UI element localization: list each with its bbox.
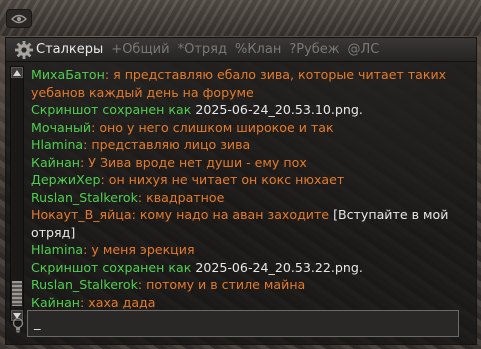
eye-icon — [11, 14, 27, 23]
gear-icon[interactable] — [14, 40, 34, 60]
system-text: Скриншот сохранен как — [31, 259, 196, 275]
message-text: кому надо на аван заходите — [139, 207, 334, 222]
tab-private[interactable]: @ЛС — [348, 42, 380, 57]
chat-message: Нокаут_В_яйца: кому надо на аван заходит… — [31, 207, 449, 240]
chat-message: ДержиХер: он нихуя не читает он кокс нюх… — [31, 172, 345, 187]
chat-scrollbar[interactable] — [10, 66, 24, 322]
message-nick[interactable]: Кайнан — [31, 155, 80, 170]
chat-message: МихаБатон: я представляю ебало зива, кот… — [31, 67, 447, 100]
tab-clan[interactable]: %Клан — [235, 42, 281, 57]
chat-message: Ruslan_Stalkerok: потому и в стиле майна — [31, 277, 306, 292]
tab-frontier[interactable]: ?Рубеж — [289, 42, 339, 57]
arrow-up-icon — [13, 69, 21, 76]
message-text: он нихуя не читает он кокс нюхает — [108, 172, 345, 187]
chat-message: Hlamina: у меня эрекция — [31, 242, 195, 257]
toggle-chat-visibility-button[interactable] — [6, 9, 32, 28]
chat-window: Сталкеры +Общий *Отряд %Клан ?Рубеж @ЛС … — [5, 37, 477, 345]
message-nick[interactable]: МихаБатон — [31, 67, 105, 82]
chat-message: Кайнан: хаха дада — [31, 294, 156, 310]
chat-input[interactable]: _ — [27, 310, 459, 337]
lightbulb-icon[interactable] — [12, 317, 24, 333]
message-text: потому и в стиле майна — [146, 277, 306, 292]
chat-message: Hlamina: представляю лицо зива — [31, 137, 251, 152]
top-strip — [0, 0, 481, 36]
message-nick[interactable]: Ruslan_Stalkerok — [31, 190, 138, 205]
system-text: Скриншот сохранен как — [31, 102, 196, 117]
message-nick[interactable]: Мочаный — [31, 120, 91, 135]
message-text: хаха дада — [88, 294, 156, 310]
screenshot-filename: 2025-06-24_20.53.22.png. — [195, 259, 363, 275]
message-text: квадратное — [146, 189, 225, 205]
chat-message: Ruslan_Stalkerok: квадратное — [31, 189, 225, 205]
message-nick[interactable]: ДержиХер — [31, 172, 100, 187]
message-text: У Зива вроде нет души - ему пох — [88, 154, 307, 170]
message-nick[interactable]: Ruslan_Stalkerok — [31, 277, 138, 292]
chat-message: Кайнан: У Зива вроде нет души - ему пох — [31, 154, 307, 170]
message-nick[interactable]: Кайнан — [31, 295, 80, 310]
message-text: оно у него слишком широкое и так — [99, 119, 334, 135]
scroll-up-button[interactable] — [11, 67, 23, 78]
screenshot-filename: 2025-06-24_20.53.10.png. — [195, 102, 363, 117]
system-message: Скриншот сохранен как 2025-06-24_20.53.1… — [31, 101, 471, 119]
chat-tabbar: Сталкеры +Общий *Отряд %Клан ?Рубеж @ЛС — [6, 38, 476, 62]
tab-general[interactable]: +Общий — [111, 42, 169, 57]
message-nick[interactable]: Hlamina — [31, 242, 83, 257]
tab-squad[interactable]: *Отряд — [178, 42, 227, 57]
chat-message: Мочаный: оно у него слишком широкое и та… — [31, 119, 334, 135]
message-list: МихаБатон: я представляю ебало зива, кот… — [31, 66, 471, 311]
system-message: Скриншот сохранен как 2025-06-24_20.53.2… — [31, 259, 471, 277]
message-nick[interactable]: Hlamina — [31, 137, 83, 152]
message-nick[interactable]: Нокаут_В_яйца — [31, 207, 132, 222]
scroll-thumb[interactable] — [12, 281, 22, 306]
tab-stalkers[interactable]: Сталкеры — [36, 42, 103, 57]
message-text: у меня эрекция — [91, 242, 195, 257]
message-text: представляю лицо зива — [91, 137, 251, 152]
